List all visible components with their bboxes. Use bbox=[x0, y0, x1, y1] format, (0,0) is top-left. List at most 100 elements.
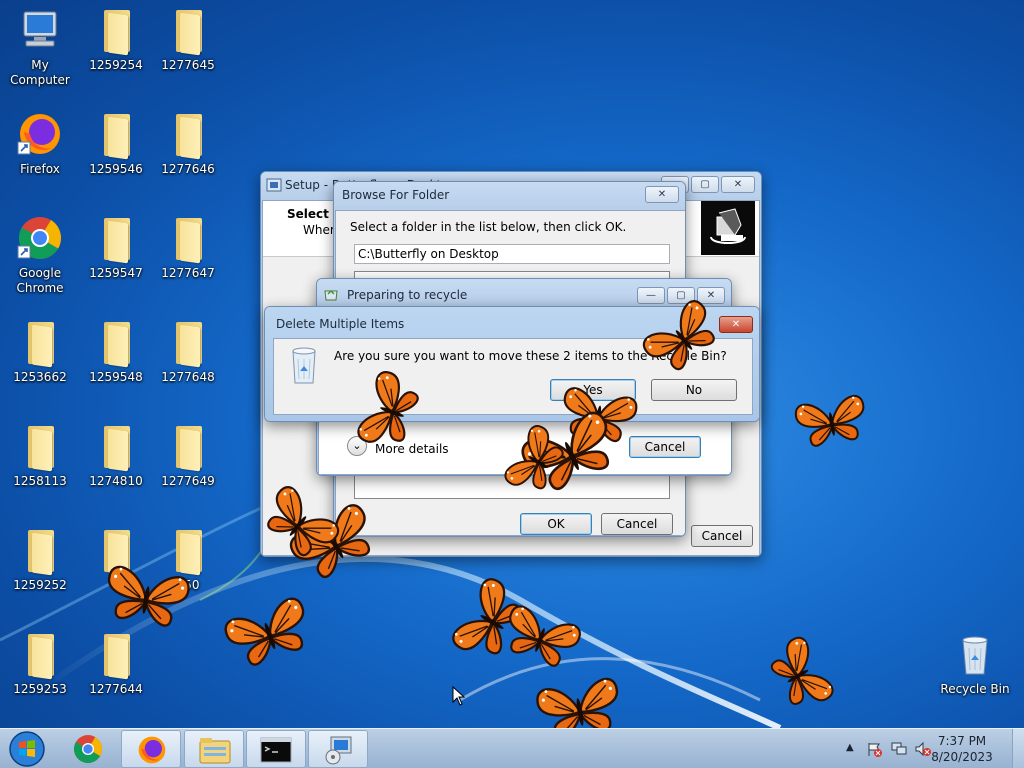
delete-no-button[interactable]: No bbox=[651, 379, 737, 401]
firefox-icon bbox=[138, 736, 166, 764]
delete-title-bar[interactable]: Delete Multiple Items ✕ bbox=[265, 307, 759, 333]
desktop-icon-firefox[interactable]: Firefox bbox=[0, 110, 80, 177]
recycle-cancel-button[interactable]: Cancel bbox=[629, 436, 701, 458]
network-icon[interactable] bbox=[890, 741, 908, 757]
desktop-icon-label: 1277647 bbox=[161, 266, 215, 280]
folder-icon bbox=[164, 318, 212, 368]
desktop-icon-folder[interactable]: 1277649 bbox=[148, 422, 228, 489]
taskbar-explorer-button[interactable] bbox=[184, 730, 244, 768]
desktop-icon-google-chrome[interactable]: Google Chrome bbox=[0, 214, 80, 296]
folder-icon bbox=[92, 526, 140, 576]
setup-maximize-button[interactable]: ▢ bbox=[691, 176, 719, 193]
desktop-icon-label: 1277645 bbox=[161, 58, 215, 72]
recycle-maximize-button[interactable]: ▢ bbox=[667, 287, 695, 304]
chrome-icon bbox=[16, 214, 64, 262]
folder-icon bbox=[164, 110, 212, 160]
desktop-icon-folder[interactable]: 650 bbox=[148, 526, 228, 593]
mouse-cursor-icon bbox=[452, 686, 466, 706]
show-hidden-icons-icon[interactable]: ▲ bbox=[846, 742, 854, 753]
browse-title: Browse For Folder bbox=[342, 188, 450, 202]
chrome-icon bbox=[73, 735, 103, 764]
action-center-flag-icon[interactable] bbox=[866, 741, 884, 757]
desktop-icon-folder[interactable]: 1277645 bbox=[148, 6, 228, 73]
desktop-icon-folder[interactable]: 1277647 bbox=[148, 214, 228, 281]
desktop-icon-label: 1277644 bbox=[89, 682, 143, 696]
setup-logo bbox=[701, 201, 755, 255]
recycle-minimize-button[interactable]: — bbox=[637, 287, 665, 304]
desktop-icon-folder[interactable]: 1259546 bbox=[76, 110, 156, 177]
desktop-icon-label: 1277648 bbox=[161, 370, 215, 384]
setup-app-icon bbox=[266, 178, 282, 192]
desktop-icon-recycle-bin[interactable]: Recycle Bin bbox=[935, 630, 1015, 697]
recycle-title-icon bbox=[324, 289, 338, 301]
chevron-down-icon[interactable]: ⌄ bbox=[347, 436, 367, 456]
desktop-icon-folder[interactable]: 1259548 bbox=[76, 318, 156, 385]
recycle-title-bar[interactable]: Preparing to recycle — ▢ ✕ bbox=[317, 279, 731, 305]
desktop[interactable]: My Computer Firefox Google Chrome 125366… bbox=[0, 0, 1024, 728]
delete-confirm-dialog[interactable]: Delete Multiple Items ✕ Are you sure you… bbox=[264, 306, 760, 422]
taskbar-setup-button[interactable] bbox=[308, 730, 368, 768]
recycle-close-button[interactable]: ✕ bbox=[697, 287, 725, 304]
delete-message: Are you sure you want to move these 2 it… bbox=[334, 349, 727, 363]
more-details-link[interactable]: More details bbox=[375, 442, 449, 456]
taskbar-chrome-button[interactable] bbox=[58, 730, 118, 768]
taskbar: ▲ 7:37 PM 8/20/2023 bbox=[0, 728, 1024, 768]
clock-time[interactable]: 7:37 PM bbox=[922, 734, 1002, 748]
browse-title-bar[interactable]: Browse For Folder ✕ bbox=[334, 182, 685, 208]
clock-date[interactable]: 8/20/2023 bbox=[922, 750, 1002, 764]
browse-cancel-button[interactable]: Cancel bbox=[601, 513, 673, 535]
desktop-icon-label: 1259253 bbox=[13, 682, 67, 696]
recycle-bin-icon bbox=[951, 630, 999, 678]
desktop-icon-folder[interactable]: 1277646 bbox=[148, 110, 228, 177]
folder-icon bbox=[16, 526, 64, 576]
desktop-icon-folder[interactable]: 1253662 bbox=[0, 318, 80, 385]
folder-icon bbox=[92, 6, 140, 56]
taskbar-firefox-button[interactable] bbox=[121, 730, 181, 768]
delete-yes-button[interactable]: Yes bbox=[550, 379, 636, 401]
desktop-icon-label: 1277646 bbox=[161, 162, 215, 176]
folder-icon bbox=[16, 422, 64, 472]
folder-icon bbox=[92, 630, 140, 680]
desktop-icon-folder[interactable]: 1259547 bbox=[76, 214, 156, 281]
desktop-icon-folder[interactable]: 1277648 bbox=[148, 318, 228, 385]
browse-instruction: Select a folder in the list below, then … bbox=[350, 220, 627, 234]
setup-icon bbox=[325, 736, 352, 765]
setup-close-button[interactable]: ✕ bbox=[721, 176, 755, 193]
folder-icon bbox=[92, 318, 140, 368]
cmd-icon bbox=[260, 737, 292, 763]
delete-close-button[interactable]: ✕ bbox=[719, 316, 753, 333]
desktop-icon-label: 650 bbox=[176, 578, 200, 592]
desktop-icon-folder[interactable]: 1259252 bbox=[0, 526, 80, 593]
computer-icon bbox=[16, 6, 64, 54]
firefox-icon bbox=[16, 110, 64, 158]
folder-icon bbox=[164, 526, 212, 576]
folder-icon bbox=[92, 214, 140, 264]
taskbar-cmd-button[interactable] bbox=[246, 730, 306, 768]
folder-icon bbox=[92, 110, 140, 160]
show-desktop-button[interactable] bbox=[1012, 729, 1024, 768]
folder-icon bbox=[92, 422, 140, 472]
desktop-icon-folder[interactable]: 1259253 bbox=[0, 630, 80, 697]
desktop-icon-folder[interactable]: 1259254 bbox=[76, 6, 156, 73]
desktop-icon-folder[interactable] bbox=[76, 526, 156, 578]
browse-ok-button[interactable]: OK bbox=[520, 513, 592, 535]
setup-cancel-button[interactable]: Cancel bbox=[691, 525, 753, 547]
windows-logo-icon bbox=[9, 731, 45, 767]
start-button[interactable] bbox=[4, 730, 50, 768]
folder-icon bbox=[164, 214, 212, 264]
recycle-bin-icon bbox=[292, 347, 316, 384]
folder-icon bbox=[164, 422, 212, 472]
desktop-icon-folder[interactable]: 1274810 bbox=[76, 422, 156, 489]
folder-icon bbox=[16, 630, 64, 680]
desktop-icon-label: 1259546 bbox=[89, 162, 143, 176]
desktop-icon-label: My Computer bbox=[10, 58, 70, 87]
desktop-icon-label: 1259547 bbox=[89, 266, 143, 280]
desktop-icon-my-computer[interactable]: My Computer bbox=[0, 6, 80, 88]
desktop-icon-folder[interactable]: 1277644 bbox=[76, 630, 156, 697]
browse-close-button[interactable]: ✕ bbox=[645, 186, 679, 203]
desktop-icon-folder[interactable]: 1258113 bbox=[0, 422, 80, 489]
explorer-icon bbox=[199, 738, 231, 764]
desktop-icon-label: 1274810 bbox=[89, 474, 143, 488]
folder-icon bbox=[16, 318, 64, 368]
folder-path-field[interactable]: C:\Butterfly on Desktop bbox=[354, 244, 670, 264]
